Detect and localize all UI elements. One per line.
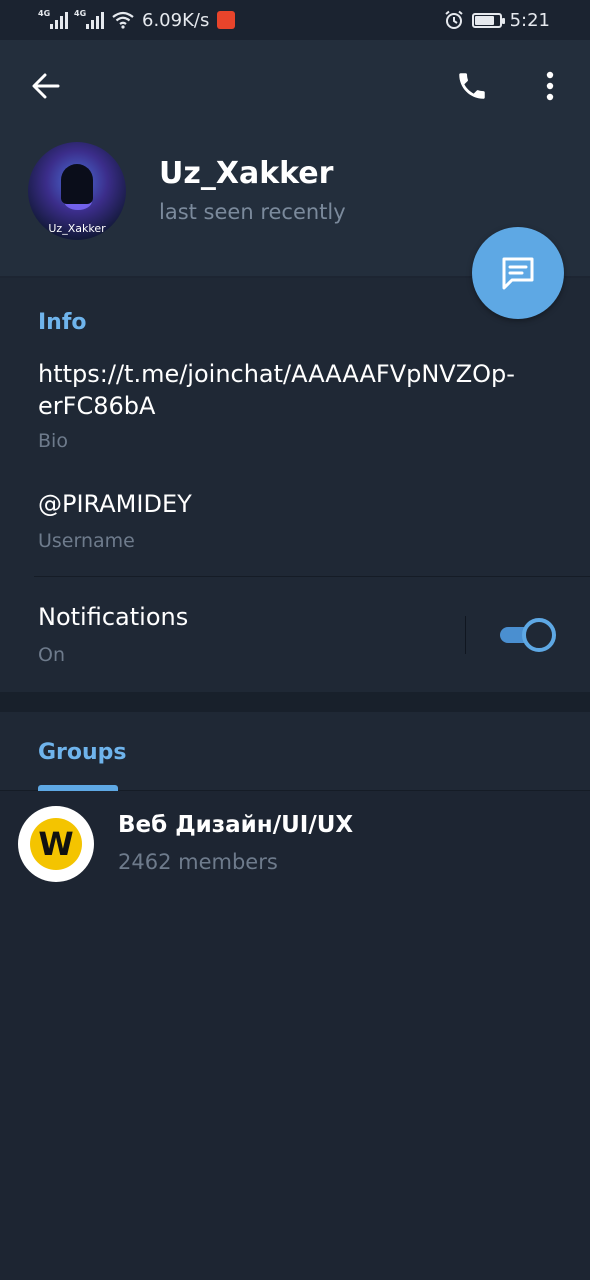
status-bar: 4G 4G 6.09K/s 5:21 (0, 0, 590, 40)
back-button[interactable] (26, 66, 66, 106)
avatar-figure (61, 164, 93, 204)
network-type-label: 4G (38, 9, 51, 18)
clock: 5:21 (509, 9, 550, 31)
group-avatar-letter: W (30, 818, 82, 870)
group-name: Веб Дизайн/UI/UX (118, 812, 354, 838)
avatar[interactable]: Uz_Xakker (28, 142, 126, 240)
battery-icon (471, 12, 505, 28)
status-bar-right: 5:21 (444, 10, 550, 31)
phone-icon (459, 73, 485, 99)
avatar-label: Uz_Xakker (48, 222, 106, 235)
bio-value[interactable]: https://t.me/joinchat/AAAAAFVpNVZOp-erFC… (38, 358, 518, 422)
signal-icon: 4G (74, 9, 104, 29)
more-vertical-icon (546, 71, 554, 101)
signal-icon: 4G (38, 9, 68, 29)
wifi-icon (112, 11, 134, 29)
profile-status: last seen recently (159, 200, 346, 224)
info-title: Info (38, 310, 87, 335)
profile-name: Uz_Xakker (159, 156, 334, 191)
group-members: 2462 members (118, 850, 278, 874)
username-value[interactable]: @PIRAMIDEY (38, 490, 192, 518)
section-gap (0, 692, 590, 712)
shared-media-tabs: Groups (0, 712, 590, 791)
more-options-button[interactable] (534, 66, 566, 106)
call-button[interactable] (450, 66, 494, 106)
tab-indicator (38, 785, 118, 791)
info-section: Info https://t.me/joinchat/AAAAAFVpNVZOp… (0, 278, 590, 692)
toggle-knob (522, 618, 556, 652)
notifications-toggle[interactable] (500, 618, 556, 652)
app-notification-icon (217, 11, 236, 29)
alarm-icon (444, 10, 463, 29)
status-bar-left: 4G 4G 6.09K/s (38, 9, 236, 31)
vertical-separator (465, 616, 466, 654)
list-item[interactable]: W Веб Дизайн/UI/UX 2462 members (0, 792, 590, 896)
network-speed: 6.09K/s (142, 9, 210, 31)
notifications-label[interactable]: Notifications (38, 603, 188, 631)
bio-label: Bio (38, 430, 68, 452)
message-icon (502, 257, 534, 290)
tab-groups[interactable]: Groups (38, 740, 127, 765)
notifications-state: On (38, 644, 65, 666)
send-message-button[interactable] (472, 227, 564, 319)
network-type-label: 4G (74, 9, 87, 18)
username-label: Username (38, 530, 135, 552)
group-avatar: W (18, 806, 94, 882)
divider (34, 576, 590, 577)
back-arrow-icon (32, 73, 60, 99)
